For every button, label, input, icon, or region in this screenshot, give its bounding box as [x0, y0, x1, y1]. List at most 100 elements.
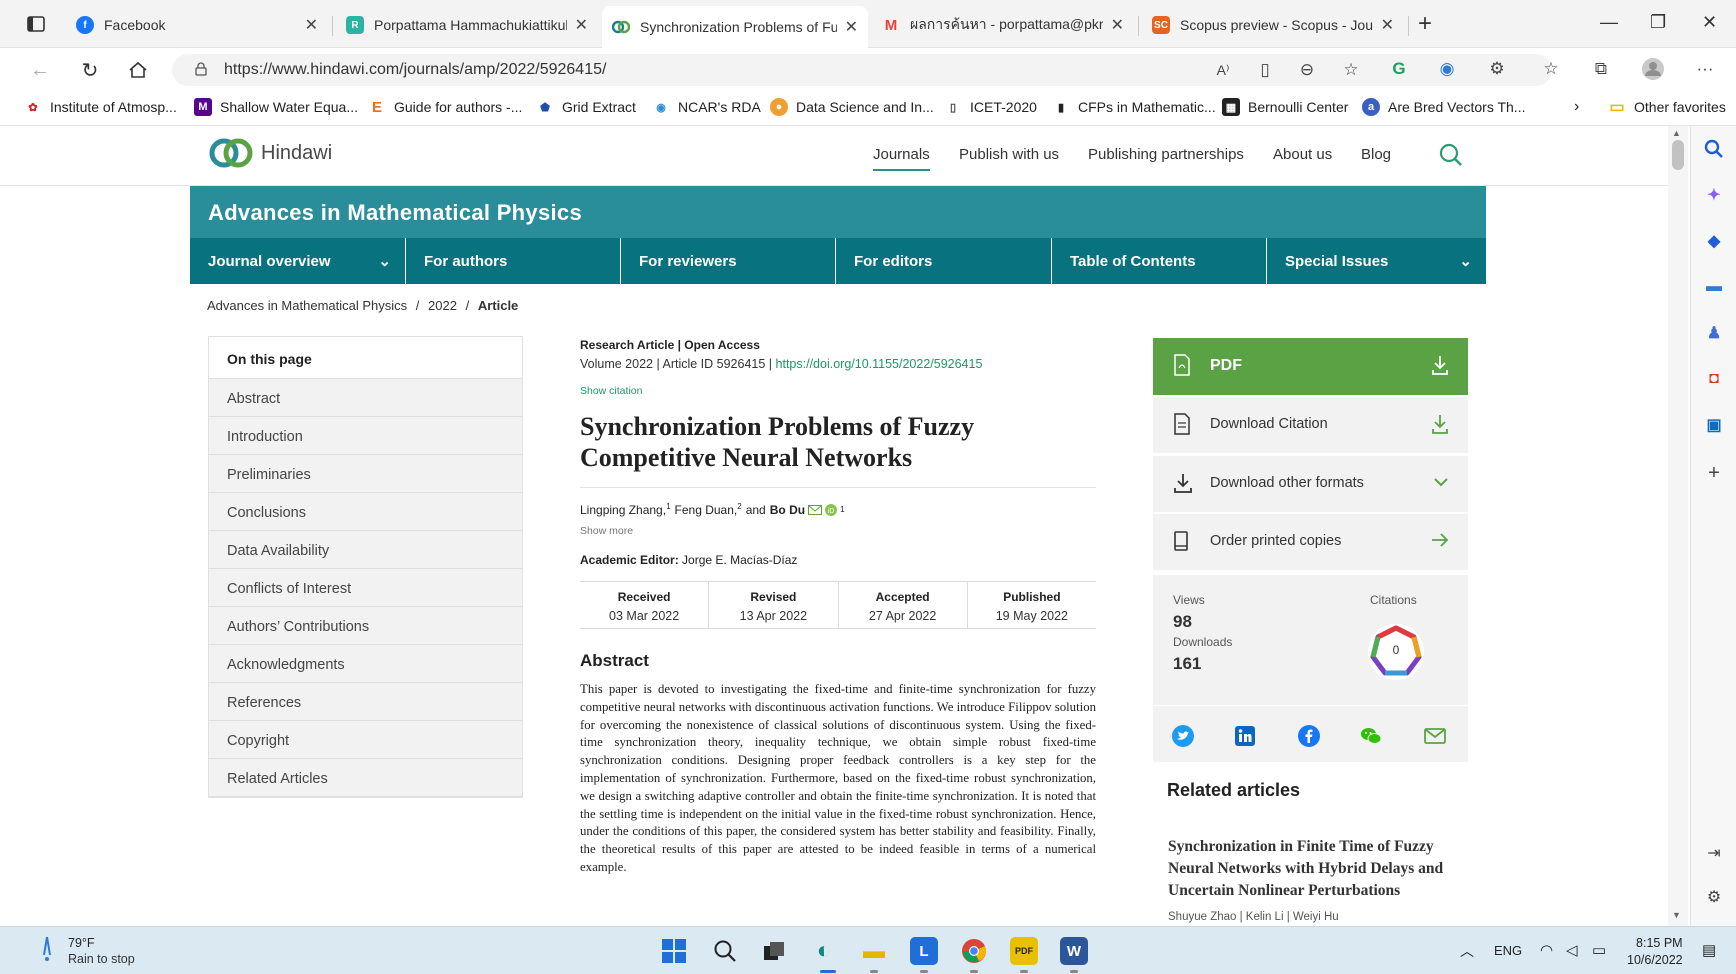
sidebar-outlook-icon[interactable]: ▣	[1703, 414, 1725, 436]
back-button[interactable]: ←	[26, 56, 54, 84]
bookmark-item[interactable]: ▦ Bernoulli Center	[1222, 98, 1348, 116]
toc-item-acknowledgments[interactable]: Acknowledgments	[209, 645, 522, 683]
close-tab-icon[interactable]: ✕	[305, 15, 318, 35]
toc-item-abstract[interactable]: Abstract	[209, 379, 522, 417]
new-tab-button[interactable]: +	[1418, 10, 1432, 38]
url-field[interactable]: https://www.hindawi.com/journals/amp/202…	[172, 54, 1552, 86]
pdf-reader-icon[interactable]: PDF	[1010, 937, 1038, 965]
close-tab-icon[interactable]: ✕	[575, 15, 588, 35]
reader-mode-icon[interactable]: ▯	[1252, 57, 1278, 83]
breadcrumb-year[interactable]: 2022	[428, 298, 457, 313]
tab-facebook[interactable]: f Facebook ✕	[66, 8, 328, 42]
pdf-download-button[interactable]: PDF	[1153, 338, 1468, 395]
bookmark-item[interactable]: ⬟ Grid Extract	[536, 98, 636, 116]
nav-journals[interactable]: Journals	[873, 146, 930, 171]
bookmark-item[interactable]: E Guide for authors -...	[368, 98, 522, 116]
nav-about-us[interactable]: About us	[1273, 146, 1332, 163]
author-link[interactable]: Lingping Zhang,1	[580, 502, 671, 517]
nav-publishing-partnerships[interactable]: Publishing partnerships	[1088, 146, 1244, 163]
journal-nav-for-authors[interactable]: For authors	[406, 238, 621, 284]
bookmark-item[interactable]: ✿ Institute of Atmosp...	[24, 98, 176, 116]
tab-gmail[interactable]: M ผลการค้นหา - porpattama@pkru. ✕	[872, 8, 1134, 42]
tab-researchgate[interactable]: R Porpattama Hammachukiattikul | ✕	[336, 8, 598, 42]
author-link[interactable]: Feng Duan,2	[675, 502, 742, 517]
tab-actions-icon[interactable]	[20, 12, 52, 36]
linkedin-icon[interactable]	[1233, 724, 1257, 748]
bookmark-item[interactable]: M Shallow Water Equa...	[194, 98, 358, 116]
close-tab-icon[interactable]: ✕	[1111, 15, 1124, 35]
tab-scopus[interactable]: SC Scopus preview - Scopus - Journ ✕	[1142, 8, 1404, 42]
other-favorites-folder[interactable]: ▭ Other favorites	[1608, 98, 1725, 116]
related-article-title[interactable]: Synchronization in Finite Time of Fuzzy …	[1168, 836, 1458, 902]
facebook-share-icon[interactable]	[1297, 724, 1321, 748]
lock-icon[interactable]	[194, 62, 208, 76]
sidebar-shopping-icon[interactable]: ◆	[1703, 230, 1725, 252]
toc-item-data-availability[interactable]: Data Availability	[209, 531, 522, 569]
scrollbar-thumb[interactable]	[1672, 140, 1684, 170]
journal-nav-overview[interactable]: Journal overview ⌄	[190, 238, 406, 284]
show-citation-link[interactable]: Show citation	[580, 385, 1096, 397]
email-icon[interactable]	[808, 504, 823, 515]
favorites-icon[interactable]: ☆	[1538, 56, 1564, 82]
bookmark-item[interactable]: ▮ CFPs in Mathematic...	[1052, 98, 1216, 116]
scroll-up-icon[interactable]: ▲	[1672, 128, 1681, 138]
toc-item-references[interactable]: References	[209, 683, 522, 721]
toc-item-conclusions[interactable]: Conclusions	[209, 493, 522, 531]
add-favorite-icon[interactable]: ☆	[1338, 57, 1364, 83]
home-button[interactable]	[124, 56, 152, 84]
twitter-icon[interactable]	[1171, 724, 1195, 748]
more-menu-icon[interactable]: ···	[1692, 56, 1718, 82]
wifi-icon[interactable]: ◠	[1540, 941, 1553, 959]
battery-icon[interactable]: ▭	[1592, 941, 1606, 959]
hindawi-logo[interactable]: Hindawi	[207, 136, 332, 170]
journal-title[interactable]: Advances in Mathematical Physics	[208, 200, 582, 226]
nav-blog[interactable]: Blog	[1361, 146, 1391, 163]
show-more-link[interactable]: Show more	[580, 525, 1096, 537]
tab-hindawi-active[interactable]: Synchronization Problems of Fuz ✕	[602, 6, 868, 48]
download-other-formats-dropdown[interactable]: Download other formats	[1153, 456, 1468, 512]
email-share-icon[interactable]	[1423, 724, 1447, 748]
journal-nav-special-issues[interactable]: Special Issues ⌄	[1267, 238, 1486, 284]
toc-item-introduction[interactable]: Introduction	[209, 417, 522, 455]
breadcrumb-journal[interactable]: Advances in Mathematical Physics	[207, 298, 407, 313]
notification-icon[interactable]: ▤	[1702, 941, 1716, 959]
toc-item-authors-contributions[interactable]: Authors’ Contributions	[209, 607, 522, 645]
orcid-icon[interactable]: iD	[825, 503, 838, 516]
profile-avatar[interactable]	[1640, 56, 1666, 82]
word-icon[interactable]: W	[1060, 937, 1088, 965]
bookmark-item[interactable]: a Are Bred Vectors Th...	[1362, 98, 1525, 116]
toc-item-related-articles[interactable]: Related Articles	[209, 759, 522, 797]
tray-overflow-icon[interactable]: ︿	[1460, 941, 1474, 961]
volume-icon[interactable]: ◁	[1566, 941, 1578, 959]
zoom-out-icon[interactable]: ⊖	[1294, 57, 1320, 83]
bookmark-item[interactable]: ▯ ICET-2020	[944, 98, 1037, 116]
page-scrollbar[interactable]	[1668, 126, 1688, 926]
search-icon[interactable]	[1438, 142, 1464, 168]
close-window-button[interactable]: ✕	[1702, 12, 1717, 33]
sidebar-discover-icon[interactable]: ✦	[1703, 184, 1725, 206]
chrome-icon[interactable]	[960, 937, 988, 965]
grammarly-icon[interactable]: G	[1386, 56, 1412, 82]
vpn-extension-icon[interactable]: ◉	[1434, 56, 1460, 82]
doi-link[interactable]: https://doi.org/10.1155/2022/5926415	[776, 357, 983, 371]
toc-item-conflicts-of-interest[interactable]: Conflicts of Interest	[209, 569, 522, 607]
sidebar-add-icon[interactable]: +	[1703, 462, 1725, 484]
weather-widget[interactable]: 79°F Rain to stop	[40, 935, 135, 967]
journal-nav-for-editors[interactable]: For editors	[836, 238, 1052, 284]
language-indicator[interactable]: ENG	[1494, 943, 1522, 958]
bookmark-item[interactable]: ● Data Science and In...	[770, 98, 934, 116]
close-tab-icon[interactable]: ✕	[845, 17, 858, 37]
sidebar-search-icon[interactable]	[1703, 138, 1725, 160]
toc-item-preliminaries[interactable]: Preliminaries	[209, 455, 522, 493]
taskbar-search-icon[interactable]	[711, 937, 739, 965]
latex-app-icon[interactable]: L	[910, 937, 938, 965]
download-citation-button[interactable]: Download Citation	[1153, 397, 1468, 453]
sidebar-office-icon[interactable]: ◘	[1703, 368, 1725, 390]
toc-item-copyright[interactable]: Copyright	[209, 721, 522, 759]
scroll-down-icon[interactable]: ▼	[1672, 910, 1681, 920]
restore-button[interactable]: ❐	[1650, 12, 1666, 33]
start-button[interactable]	[660, 937, 688, 965]
corresponding-author[interactable]: Bo Du	[770, 503, 805, 517]
wechat-icon[interactable]	[1359, 724, 1383, 748]
bookmarks-overflow-icon[interactable]: ›	[1574, 98, 1579, 116]
